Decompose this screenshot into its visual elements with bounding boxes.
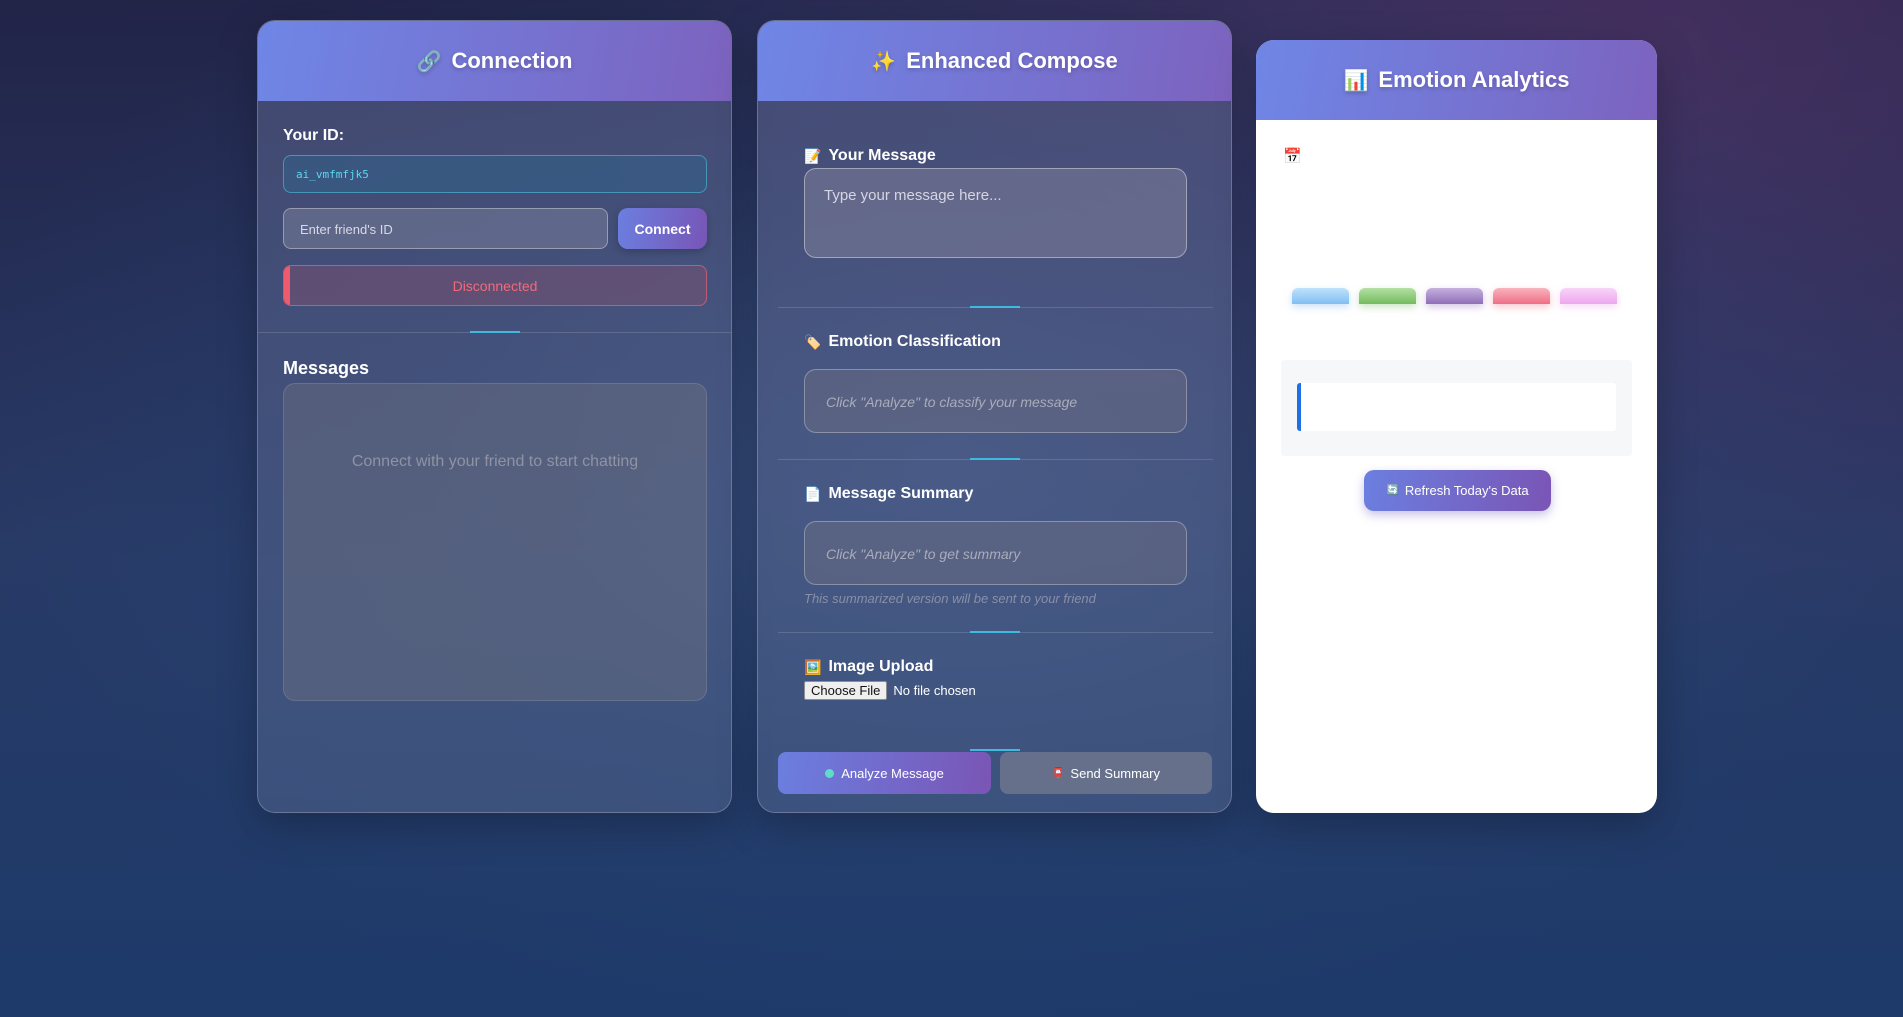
calendar-icon: 📅 [1283,148,1302,165]
refresh-data-button[interactable]: 🔄 Refresh Today's Data [1364,470,1551,511]
connection-panel: 🔗 Connection Your ID: ai_vmfmfjk5 Enter … [257,20,732,813]
analytics-summary-card [1297,383,1616,431]
divider-accent [970,749,1020,751]
connection-header: 🔗 Connection [258,21,731,101]
compose-header: ✨ Enhanced Compose [758,21,1231,101]
tag-icon: 🏷️ [804,333,822,350]
connect-button[interactable]: Connect [618,208,707,249]
memo-icon: 📝 [804,147,822,164]
summary-hint: This summarized version will be sent to … [804,591,1096,606]
analyze-label: Analyze Message [841,765,944,781]
sparkles-icon: ✨ [871,50,897,73]
divider-accent [970,631,1020,633]
summary-label-text: Message Summary [828,485,974,502]
refresh-icon: 🔄 [1386,485,1399,496]
picture-icon: 🖼️ [804,658,822,675]
emotion-bar-5 [1560,288,1617,304]
divider-accent [970,458,1020,460]
analytics-title: Emotion Analytics [1378,67,1570,92]
messages-heading: Messages [283,358,370,378]
divider-accent [970,306,1020,308]
document-icon: 📄 [804,485,822,502]
emotion-bar-4 [1493,288,1550,304]
emotion-bar-2 [1359,288,1416,304]
bar-chart-icon: 📊 [1343,69,1369,92]
outbox-icon: 📮 [1051,767,1065,779]
analytics-summary-container [1281,360,1632,456]
your-id-field[interactable]: ai_vmfmfjk5 [283,155,707,193]
summary-output: Click "Analyze" to get summary [804,521,1187,585]
image-upload-label-text: Image Upload [828,658,934,675]
emotion-label-text: Emotion Classification [828,333,1001,350]
image-upload-label: 🖼️ Image Upload [804,658,933,676]
messages-empty-text: Connect with your friend to start chatti… [351,453,639,470]
message-summary-label: 📄 Message Summary [804,485,973,503]
analytics-header: 📊 Emotion Analytics [1256,40,1657,120]
refresh-label: Refresh Today's Data [1404,483,1529,498]
divider-accent [470,331,520,333]
file-input[interactable]: Choose File No file chosen [804,681,976,700]
your-id-label: Your ID: [283,127,345,144]
emotion-bars [1292,288,1617,304]
emotion-output: Click "Analyze" to classify your message [804,369,1187,433]
link-icon: 🔗 [416,50,442,73]
analyze-icon [825,768,835,778]
connection-status-badge: Disconnected [283,265,707,306]
analytics-panel: 📊 Emotion Analytics 📅 🔄 Refresh Today's … [1256,40,1657,813]
choose-file-button[interactable]: Choose File [804,681,888,700]
emotion-bar-1 [1292,288,1349,304]
analyze-message-button[interactable]: Analyze Message [778,752,991,794]
send-summary-button[interactable]: 📮 Send Summary [1000,752,1212,794]
friend-id-input[interactable]: Enter friend's ID [283,208,608,249]
compose-title: Enhanced Compose [906,48,1118,73]
compose-panel: ✨ Enhanced Compose 📝 Your Message Type y… [757,20,1232,813]
your-message-label: 📝 Your Message [804,147,936,165]
connection-title: Connection [451,48,573,73]
send-label: Send Summary [1070,765,1161,781]
emotion-bar-3 [1426,288,1483,304]
messages-list[interactable]: Connect with your friend to start chatti… [283,383,707,701]
message-textarea[interactable]: Type your message here... [804,168,1187,258]
no-file-text: No file chosen [893,683,976,698]
your-message-label-text: Your Message [828,147,936,164]
emotion-classification-label: 🏷️ Emotion Classification [804,333,1001,351]
